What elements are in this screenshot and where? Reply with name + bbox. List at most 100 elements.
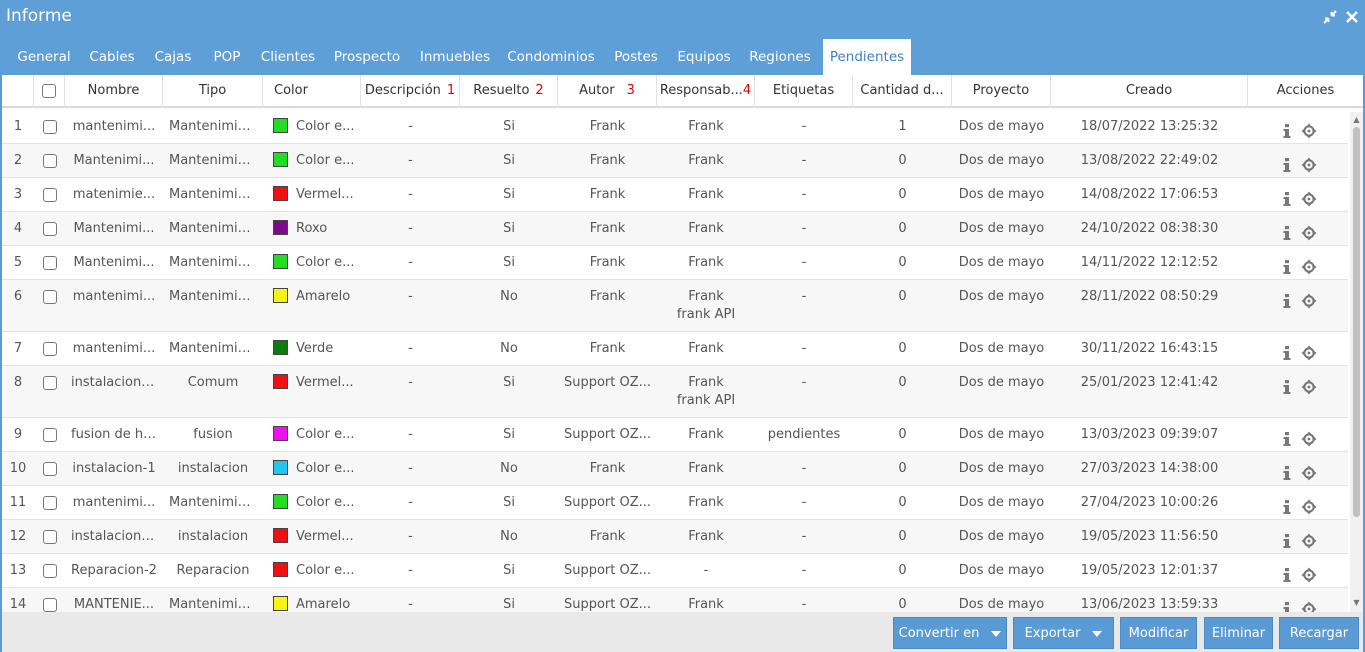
row-checkbox[interactable] bbox=[42, 187, 57, 202]
info-icon[interactable] bbox=[1279, 427, 1295, 446]
row-checkbox[interactable] bbox=[42, 375, 57, 390]
header-creado[interactable]: Creado bbox=[1051, 75, 1248, 108]
header-cantidad[interactable]: Cantidad d... bbox=[853, 75, 952, 108]
delete-button[interactable]: Eliminar bbox=[1204, 617, 1273, 649]
convert-button[interactable]: Convertir en bbox=[893, 617, 1007, 649]
locate-icon[interactable] bbox=[1301, 563, 1317, 582]
header-marker-1: 1 bbox=[446, 83, 456, 98]
table-row[interactable]: 5 Mantenimi... Mantenimie... Color e... - Si F… bbox=[2, 246, 1348, 280]
info-icon[interactable] bbox=[1279, 375, 1295, 394]
tab-regiones[interactable]: Regiones bbox=[742, 39, 818, 75]
locate-icon[interactable] bbox=[1301, 153, 1317, 172]
info-icon[interactable] bbox=[1279, 187, 1295, 206]
row-checkbox[interactable] bbox=[42, 221, 57, 236]
header-color[interactable]: Color bbox=[263, 75, 361, 108]
tab-condominios[interactable]: Condominios bbox=[502, 39, 600, 75]
info-icon[interactable] bbox=[1279, 289, 1295, 308]
reload-button[interactable]: Recargar bbox=[1279, 617, 1359, 649]
locate-icon[interactable] bbox=[1301, 255, 1317, 274]
cell-tipo: Comum bbox=[187, 375, 239, 390]
locate-icon[interactable] bbox=[1301, 187, 1317, 206]
table-row[interactable]: 7 mantenimi... Mantenimie... Verde - No Frank F… bbox=[2, 332, 1348, 366]
row-checkbox[interactable] bbox=[42, 289, 57, 304]
row-checkbox[interactable] bbox=[42, 563, 57, 578]
tab-clientes[interactable]: Clientes bbox=[255, 39, 321, 75]
table-row[interactable]: 4 Mantenimi... Mantenimie... Roxo - Si Frank Fr… bbox=[2, 212, 1348, 246]
row-checkbox[interactable] bbox=[42, 153, 57, 168]
tab-inmuebles[interactable]: Inmuebles bbox=[413, 39, 497, 75]
locate-icon[interactable] bbox=[1301, 119, 1317, 138]
row-checkbox[interactable] bbox=[42, 529, 57, 544]
tab-general[interactable]: General bbox=[10, 39, 78, 75]
cell-cantidad: 0 bbox=[898, 221, 907, 236]
locate-icon[interactable] bbox=[1301, 375, 1317, 394]
info-icon[interactable] bbox=[1279, 119, 1295, 138]
info-icon[interactable] bbox=[1279, 529, 1295, 548]
header-autor[interactable]: Autor 3 bbox=[558, 75, 657, 108]
table-row[interactable]: 11 mantenimi... Mantenimie... Color e... - Si… bbox=[2, 486, 1348, 520]
row-index: 6 bbox=[13, 289, 23, 304]
table-row[interactable]: 13 Reparacion-2 Reparacion Color e... - Si Sup… bbox=[2, 554, 1348, 588]
scroll-up-icon[interactable]: ▲ bbox=[1352, 115, 1361, 124]
info-icon[interactable] bbox=[1279, 221, 1295, 240]
table-row[interactable]: 8 instalacion ... Comum Vermel... - Si Support… bbox=[2, 366, 1348, 418]
export-button[interactable]: Exportar bbox=[1013, 617, 1114, 649]
row-checkbox[interactable] bbox=[42, 495, 57, 510]
header-proyecto[interactable]: Proyecto bbox=[952, 75, 1051, 108]
row-checkbox[interactable] bbox=[42, 597, 57, 612]
row-checkbox[interactable] bbox=[42, 427, 57, 442]
vertical-scrollbar[interactable]: ▲ ▼ bbox=[1350, 112, 1363, 612]
cell-tipo: Mantenimie... bbox=[169, 495, 259, 510]
info-icon[interactable] bbox=[1279, 597, 1295, 612]
locate-icon[interactable] bbox=[1301, 289, 1317, 308]
info-icon[interactable] bbox=[1279, 461, 1295, 480]
scroll-down-icon[interactable]: ▼ bbox=[1352, 598, 1361, 607]
locate-icon[interactable] bbox=[1301, 221, 1317, 240]
header-etiquetas[interactable]: Etiquetas bbox=[755, 75, 853, 108]
tab-equipos[interactable]: Equipos bbox=[671, 39, 737, 75]
table-row[interactable]: 9 fusion de hi... fusion Color e... - Si Suppo… bbox=[2, 418, 1348, 452]
close-icon[interactable] bbox=[1344, 9, 1360, 25]
locate-icon[interactable] bbox=[1301, 461, 1317, 480]
table-row[interactable]: 6 mantenimi... Mantenimie... Amarelo - No Fran… bbox=[2, 280, 1348, 332]
locate-icon[interactable] bbox=[1301, 597, 1317, 612]
locate-icon[interactable] bbox=[1301, 341, 1317, 360]
locate-icon[interactable] bbox=[1301, 427, 1317, 446]
info-icon[interactable] bbox=[1279, 341, 1295, 360]
header-descripcion[interactable]: Descripción 1 bbox=[361, 75, 460, 108]
tab-cajas[interactable]: Cajas bbox=[147, 39, 199, 75]
table-row[interactable]: 1 mantenimi... Mantenimie... Color e... - Si F… bbox=[2, 110, 1348, 144]
row-checkbox[interactable] bbox=[42, 341, 57, 356]
header-responsable[interactable]: Responsab...4 bbox=[657, 75, 755, 108]
header-resuelto[interactable]: Resuelto 2 bbox=[460, 75, 558, 108]
tab-pendientes[interactable]: Pendientes bbox=[823, 39, 911, 75]
cell-responsable: Frank bbox=[688, 341, 724, 356]
table-row[interactable]: 12 instalacion ... instalacion Vermel... - No… bbox=[2, 520, 1348, 554]
table-row[interactable]: 3 matenimie... Mantenimie... Vermel... - Si Fr… bbox=[2, 178, 1348, 212]
tab-prospecto[interactable]: Prospecto bbox=[326, 39, 408, 75]
table-row[interactable]: 2 Mantenimi... Mantenimie... Color e... - Si F… bbox=[2, 144, 1348, 178]
row-checkbox[interactable] bbox=[42, 461, 57, 476]
compress-icon[interactable] bbox=[1322, 9, 1338, 25]
locate-icon[interactable] bbox=[1301, 495, 1317, 514]
info-icon[interactable] bbox=[1279, 563, 1295, 582]
modify-button[interactable]: Modificar bbox=[1120, 617, 1197, 649]
info-icon[interactable] bbox=[1279, 495, 1295, 514]
info-icon[interactable] bbox=[1279, 153, 1295, 172]
tab-pop[interactable]: POP bbox=[203, 39, 251, 75]
header-nombre[interactable]: Nombre bbox=[65, 75, 163, 108]
scrollbar-thumb[interactable] bbox=[1353, 127, 1360, 517]
locate-icon[interactable] bbox=[1301, 529, 1317, 548]
table-row[interactable]: 14 MANTENIE... Mantenimie... Amarelo - Si Supp… bbox=[2, 588, 1348, 612]
grid-header: Nombre Tipo Color Descripción 1 Resuelto 2… bbox=[2, 75, 1363, 108]
tab-postes[interactable]: Postes bbox=[605, 39, 667, 75]
row-index: 7 bbox=[13, 341, 23, 356]
row-checkbox[interactable] bbox=[42, 119, 57, 134]
header-tipo[interactable]: Tipo bbox=[163, 75, 263, 108]
table-row[interactable]: 10 instalacion-1 instalacion Color e... - No F… bbox=[2, 452, 1348, 486]
row-checkbox[interactable] bbox=[42, 255, 57, 270]
color-swatch bbox=[273, 253, 288, 269]
select-all-checkbox[interactable] bbox=[42, 83, 56, 98]
tab-cables[interactable]: Cables bbox=[82, 39, 142, 75]
info-icon[interactable] bbox=[1279, 255, 1295, 274]
